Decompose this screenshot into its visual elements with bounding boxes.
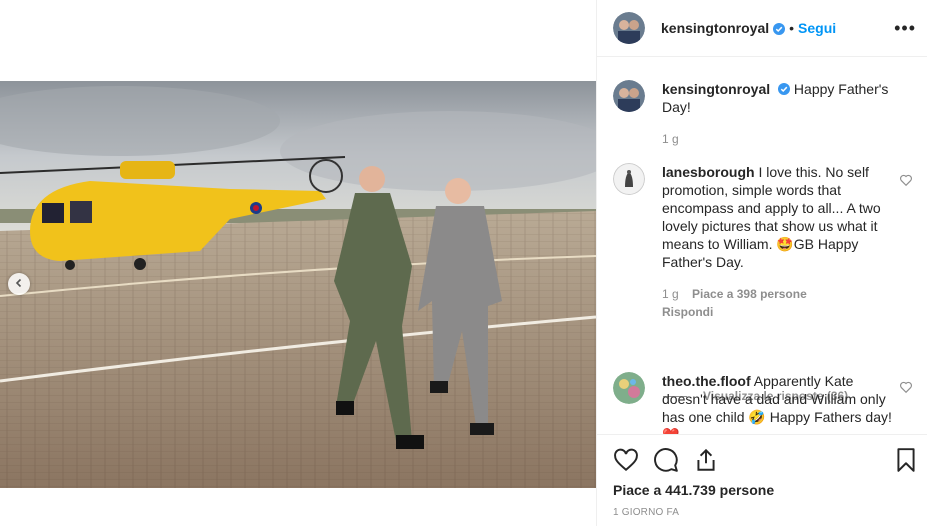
reply-button[interactable]: Rispondi (662, 305, 713, 319)
post-panel: kensingtonroyal • Segui ••• kensingtonro… (596, 0, 927, 526)
follow-button[interactable]: Segui (798, 20, 836, 36)
more-options-icon[interactable]: ••• (894, 18, 916, 39)
commenter-avatar[interactable] (613, 163, 645, 195)
heart-icon[interactable] (613, 447, 639, 473)
previous-slide-button[interactable] (8, 273, 30, 295)
share-icon[interactable] (693, 447, 719, 473)
post-media (0, 0, 596, 526)
comment-username[interactable]: lanesborough (662, 164, 755, 180)
likes-count[interactable]: Piace a 441.739 persone (613, 482, 774, 498)
comments-list: kensingtonroyal Happy Father's Day! 1 g … (597, 57, 927, 434)
caption-username[interactable]: kensingtonroyal (662, 81, 770, 97)
separator-dot: • (789, 20, 795, 36)
comment-time[interactable]: 1 g (662, 287, 679, 301)
commenter-avatar[interactable] (613, 372, 645, 404)
photo-illustration (0, 81, 596, 488)
author-avatar[interactable] (613, 80, 645, 112)
author-avatar[interactable] (613, 12, 645, 44)
like-comment-heart-icon[interactable] (899, 380, 913, 394)
verified-badge-icon (778, 81, 791, 95)
comment-likes[interactable]: Piace a 398 persone (692, 287, 807, 301)
caption-time[interactable]: 1 g (662, 130, 892, 148)
bookmark-icon[interactable] (893, 447, 919, 473)
comment-username[interactable]: theo.the.floof (662, 373, 751, 389)
comment-icon[interactable] (653, 447, 679, 473)
post-timestamp[interactable]: 1 GIORNO FA (613, 507, 679, 518)
chevron-left-icon (14, 275, 24, 293)
like-comment-heart-icon[interactable] (899, 173, 913, 187)
post-actions: Piace a 441.739 persone 1 GIORNO FA (597, 434, 927, 527)
post-photo[interactable] (0, 81, 596, 488)
verified-badge-icon (773, 22, 786, 35)
post-header: kensingtonroyal • Segui ••• (597, 0, 927, 57)
author-username[interactable]: kensingtonroyal (661, 20, 769, 36)
